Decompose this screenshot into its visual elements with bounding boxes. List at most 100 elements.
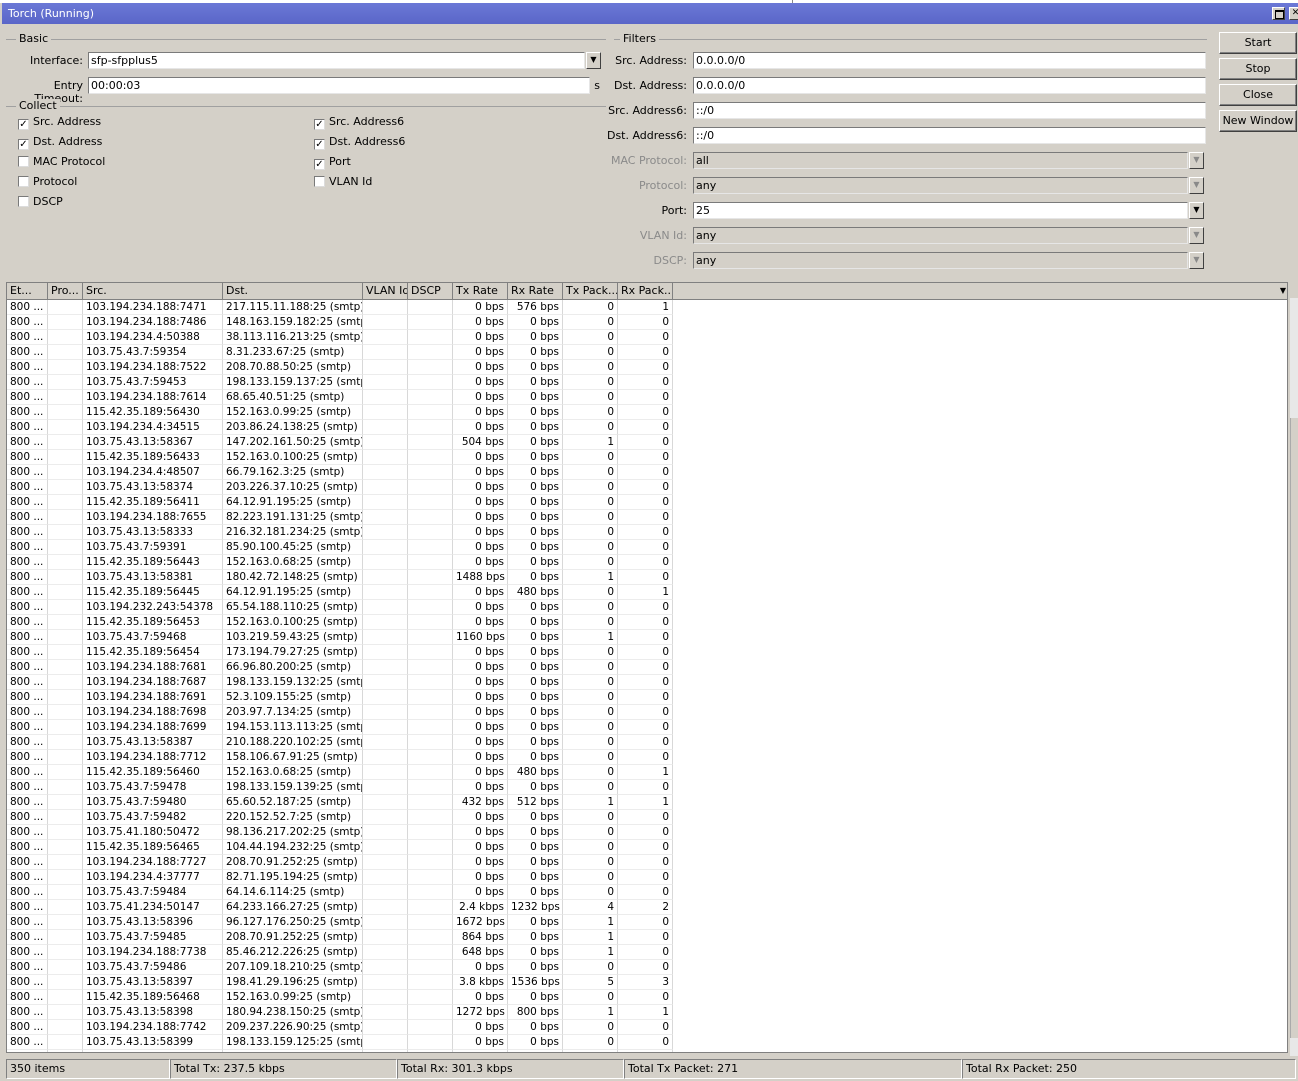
column-header-dscp[interactable]: DSCP bbox=[408, 283, 453, 299]
collect-vlan-id-checkbox[interactable]: VLAN Id bbox=[314, 175, 372, 189]
table-row[interactable]: 800 ... 103.75.41.234:50147 64.233.166.27:… bbox=[7, 900, 677, 915]
checkmark-icon[interactable]: ✓ bbox=[314, 159, 325, 170]
column-header-vlan-id[interactable]: VLAN Id bbox=[363, 283, 408, 299]
table-row[interactable]: 800 ... 103.75.43.7:59482 220.152.52.7:25 … bbox=[7, 810, 677, 825]
interface-field[interactable]: sfp-sfpplus5 bbox=[88, 52, 585, 69]
collect-src-address6-checkbox[interactable]: ✓ Src. Address6 bbox=[314, 115, 404, 130]
table-row[interactable]: 800 ... 103.75.43.7:59391 85.90.100.45:25 … bbox=[7, 540, 677, 555]
table-row[interactable]: 800 ... 103.75.43.7:59478 198.133.159.139:… bbox=[7, 780, 677, 795]
column-header-dst[interactable]: Dst. bbox=[223, 283, 363, 299]
table-row[interactable]: 800 ... 103.75.43.7:59486 207.109.18.210:2… bbox=[7, 960, 677, 975]
column-header-ethertype[interactable]: Et... bbox=[7, 283, 48, 299]
start-button[interactable]: Start bbox=[1219, 32, 1297, 54]
table-row[interactable]: 800 ... 103.75.43.13:58374 203.226.37.10:2… bbox=[7, 480, 677, 495]
collect-protocol-checkbox[interactable]: Protocol bbox=[18, 175, 77, 189]
filter-src-address6-field[interactable]: ::/0 bbox=[693, 102, 1206, 119]
checkmark-icon[interactable]: ✓ bbox=[314, 119, 325, 130]
table-row[interactable]: 800 ... 103.194.234.188:7681 66.96.80.200:… bbox=[7, 660, 677, 675]
cell-tx-rate: 1672 bps bbox=[453, 915, 508, 930]
table-row[interactable]: 800 ... 103.75.43.7:59354 8.31.233.67:25 (… bbox=[7, 345, 677, 360]
table-row[interactable]: 800 ... 103.75.43.13:58397 198.41.29.196:2… bbox=[7, 975, 677, 990]
scrollbar-thumb[interactable] bbox=[1290, 418, 1298, 1038]
table-row[interactable]: 800 ... 103.75.43.7:59453 198.133.159.137:… bbox=[7, 375, 677, 390]
table-row[interactable]: 800 ... 103.194.234.188:7738 85.46.212.226… bbox=[7, 945, 677, 960]
collect-dst-address-checkbox[interactable]: ✓ Dst. Address bbox=[18, 135, 102, 150]
table-row[interactable]: 800 ... 103.75.43.13:58333 216.32.181.234:… bbox=[7, 525, 677, 540]
checkmark-icon[interactable]: ✓ bbox=[18, 119, 29, 130]
filter-src-address-field[interactable]: 0.0.0.0/0 bbox=[693, 52, 1206, 69]
interface-dropdown-button[interactable]: ▼ bbox=[586, 52, 601, 69]
column-menu-icon[interactable]: ▼ bbox=[1277, 283, 1287, 299]
table-row[interactable]: 800 ... 115.42.35.189:56445 64.12.91.195:2… bbox=[7, 585, 677, 600]
filter-dst-address6-field[interactable]: ::/0 bbox=[693, 127, 1206, 144]
table-row[interactable]: 800 ... 103.75.43.13:58398 180.94.238.150:… bbox=[7, 1005, 677, 1020]
new-window-button[interactable]: New Window bbox=[1219, 110, 1297, 132]
table-row[interactable]: 800 ... 103.75.43.7:59468 103.219.59.43:25… bbox=[7, 630, 677, 645]
vertical-scrollbar[interactable] bbox=[1290, 298, 1298, 1056]
table-row[interactable]: 800 ... 103.194.234.188:7691 52.3.109.155:… bbox=[7, 690, 677, 705]
table-row[interactable]: 800 ... 115.42.35.189:56443 152.163.0.68:2… bbox=[7, 555, 677, 570]
cell-dscp bbox=[408, 825, 453, 840]
table-row[interactable]: 800 ... 115.42.35.189:56465 104.44.194.232… bbox=[7, 840, 677, 855]
checkmark-icon[interactable]: ✓ bbox=[18, 139, 29, 150]
collect-port-checkbox[interactable]: ✓ Port bbox=[314, 155, 351, 170]
checkbox-box[interactable] bbox=[18, 176, 29, 187]
column-header-tx-packets[interactable]: Tx Pack... bbox=[563, 283, 618, 299]
table-row[interactable]: 800 ... 103.75.43.7:59480 65.60.52.187:25 … bbox=[7, 795, 677, 810]
table-row[interactable]: 800 ... 103.75.43.13:58387 210.188.220.102… bbox=[7, 735, 677, 750]
table-row[interactable]: 800 ... 103.194.234.4:37777 82.71.195.194:… bbox=[7, 870, 677, 885]
column-header-rx-rate[interactable]: Rx Rate bbox=[508, 283, 563, 299]
table-row[interactable]: 800 ... 115.42.35.189:56460 152.163.0.68:2… bbox=[7, 765, 677, 780]
collect-src-address-checkbox[interactable]: ✓ Src. Address bbox=[18, 115, 101, 130]
column-header-rx-packets[interactable]: Rx Pack... bbox=[618, 283, 673, 299]
table-row[interactable]: 800 ... 115.42.35.189:56453 152.163.0.100:… bbox=[7, 615, 677, 630]
table-row[interactable]: 800 ... 103.75.43.13:5840074.125.28.27:25… bbox=[7, 1050, 677, 1052]
column-header-src[interactable]: Src. bbox=[83, 283, 223, 299]
close-button[interactable]: Close bbox=[1219, 84, 1297, 106]
table-row[interactable]: 800 ... 103.75.43.7:59484 64.14.6.114:25 (… bbox=[7, 885, 677, 900]
filter-port-field[interactable]: 25 bbox=[693, 202, 1188, 219]
table-row[interactable]: 800 ... 103.194.234.188:7727 208.70.91.252… bbox=[7, 855, 677, 870]
table-row[interactable]: 800 ... 103.194.234.188:7699 194.153.113.1… bbox=[7, 720, 677, 735]
table-row[interactable]: 800 ... 103.194.234.188:7486 148.163.159.1… bbox=[7, 315, 677, 330]
table-row[interactable]: 800 ... 103.194.232.243:54378 65.54.188.11… bbox=[7, 600, 677, 615]
table-row[interactable]: 800 ... 103.194.234.188:7698 203.97.7.134:… bbox=[7, 705, 677, 720]
table-row[interactable]: 800 ... 103.75.43.13:58399 198.133.159.125… bbox=[7, 1035, 677, 1050]
table-row[interactable]: 800 ... 103.194.234.188:7471 217.115.11.18… bbox=[7, 300, 677, 315]
table-row[interactable]: 800 ... 103.194.234.188:7742 209.237.226.9… bbox=[7, 1020, 677, 1035]
table-row[interactable]: 800 ... 103.194.234.188:7687 198.133.159.1… bbox=[7, 675, 677, 690]
table-row[interactable]: 800 ... 103.75.43.13:58367 147.202.161.50:… bbox=[7, 435, 677, 450]
checkbox-box[interactable] bbox=[18, 196, 29, 207]
table-row[interactable]: 800 ... 115.42.35.189:56430 152.163.0.99:2… bbox=[7, 405, 677, 420]
table-row[interactable]: 800 ... 103.194.234.4:34515 203.86.24.138:… bbox=[7, 420, 677, 435]
table-row[interactable]: 800 ... 115.42.35.189:56468 152.163.0.99:2… bbox=[7, 990, 677, 1005]
maximize-button[interactable] bbox=[1272, 7, 1285, 20]
table-row[interactable]: 800 ... 103.75.43.7:59485 208.70.91.252:25… bbox=[7, 930, 677, 945]
table-row[interactable]: 800 ... 103.194.234.188:7712 158.106.67.91… bbox=[7, 750, 677, 765]
collect-dscp-checkbox[interactable]: DSCP bbox=[18, 195, 63, 209]
table-row[interactable]: 800 ... 103.75.43.13:58381 180.42.72.148:2… bbox=[7, 570, 677, 585]
collect-mac-protocol-checkbox[interactable]: MAC Protocol bbox=[18, 155, 105, 169]
column-header-protocol[interactable]: Pro... bbox=[48, 283, 83, 299]
table-row[interactable]: 800 ... 103.194.234.4:48507 66.79.162.3:25… bbox=[7, 465, 677, 480]
table-row[interactable]: 800 ... 103.194.234.4:50388 38.113.116.213… bbox=[7, 330, 677, 345]
table-row[interactable]: 800 ... 115.42.35.189:56454 173.194.79.27:… bbox=[7, 645, 677, 660]
filter-port-dropdown-button[interactable]: ▼ bbox=[1189, 202, 1204, 219]
table-row[interactable]: 800 ... 103.75.41.180:50472 98.136.217.202… bbox=[7, 825, 677, 840]
table-row[interactable]: 800 ... 103.194.234.188:7614 68.65.40.51:2… bbox=[7, 390, 677, 405]
table-row[interactable]: 800 ... 115.42.35.189:56411 64.12.91.195:2… bbox=[7, 495, 677, 510]
stop-button[interactable]: Stop bbox=[1219, 58, 1297, 80]
entry-timeout-field[interactable]: 00:00:03 bbox=[88, 77, 590, 94]
filter-dst-address-field[interactable]: 0.0.0.0/0 bbox=[693, 77, 1206, 94]
table-row[interactable]: 800 ... 115.42.35.189:56433 152.163.0.100:… bbox=[7, 450, 677, 465]
checkmark-icon[interactable]: ✓ bbox=[314, 139, 325, 150]
checkbox-box[interactable] bbox=[18, 156, 29, 167]
table-row[interactable]: 800 ... 103.194.234.188:7655 82.223.191.13… bbox=[7, 510, 677, 525]
cell-rx-packets: 0 bbox=[618, 600, 673, 615]
table-row[interactable]: 800 ... 103.75.43.13:58396 96.127.176.250:… bbox=[7, 915, 677, 930]
column-header-tx-rate[interactable]: Tx Rate bbox=[453, 283, 508, 299]
close-window-button[interactable]: ✕ bbox=[1289, 7, 1298, 20]
collect-dst-address6-checkbox[interactable]: ✓ Dst. Address6 bbox=[314, 135, 405, 150]
table-row[interactable]: 800 ... 103.194.234.188:7522 208.70.88.50:… bbox=[7, 360, 677, 375]
checkbox-box[interactable] bbox=[314, 176, 325, 187]
